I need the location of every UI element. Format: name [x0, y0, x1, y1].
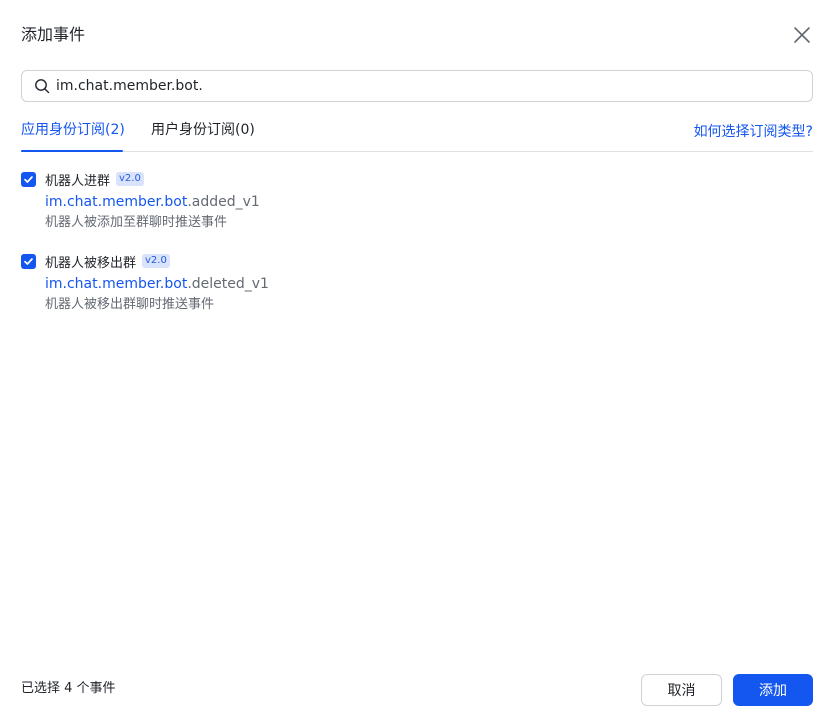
tab-app-identity[interactable]: 应用身份订阅(2): [21, 121, 125, 139]
event-description: 机器人被添加至群聊时推送事件: [45, 215, 228, 230]
event-key: im.chat.member.bot.added_v1: [45, 193, 621, 211]
close-icon[interactable]: [791, 24, 813, 46]
event-key: im.chat.member.bot.deleted_v1: [45, 275, 621, 293]
check-icon: [24, 175, 33, 183]
add-event-dialog: 添加事件 应用身份订阅(2) 用户身份订阅(0) 如何选择订阅类型? 机器人进群…: [0, 0, 833, 727]
active-tab-indicator: [21, 150, 123, 152]
event-key-highlight: im.chat.member.bot: [45, 194, 188, 210]
event-name: 机器人被移出群: [45, 255, 137, 271]
event-name: 机器人进群: [45, 173, 111, 189]
list-item: 机器人进群 v2.0 im.chat.member.bot.added_v1 机…: [21, 170, 621, 232]
event-checkbox[interactable]: [21, 253, 36, 269]
selection-count: 已选择 4 个事件: [21, 681, 116, 696]
event-checkbox[interactable]: [21, 171, 36, 187]
search-icon: [34, 78, 50, 94]
cancel-button[interactable]: 取消: [641, 674, 722, 706]
version-badge: v2.0: [142, 254, 170, 268]
check-icon: [24, 257, 33, 265]
event-description: 机器人被移出群聊时推送事件: [45, 297, 215, 312]
subscription-tabs: 应用身份订阅(2) 用户身份订阅(0) 如何选择订阅类型?: [21, 113, 813, 152]
search-input[interactable]: [56, 78, 776, 94]
add-button[interactable]: 添加: [733, 674, 813, 706]
version-badge: v2.0: [116, 172, 144, 186]
event-key-rest: .added_v1: [187, 194, 260, 210]
list-item: 机器人被移出群 v2.0 im.chat.member.bot.deleted_…: [21, 252, 621, 314]
event-key-highlight: im.chat.member.bot: [45, 276, 188, 292]
tab-user-identity[interactable]: 用户身份订阅(0): [151, 121, 255, 139]
dialog-title: 添加事件: [21, 25, 86, 44]
help-link[interactable]: 如何选择订阅类型?: [694, 121, 813, 141]
dialog-header: 添加事件: [21, 24, 813, 48]
event-key-rest: .deleted_v1: [187, 276, 269, 292]
search-box[interactable]: [21, 70, 813, 102]
